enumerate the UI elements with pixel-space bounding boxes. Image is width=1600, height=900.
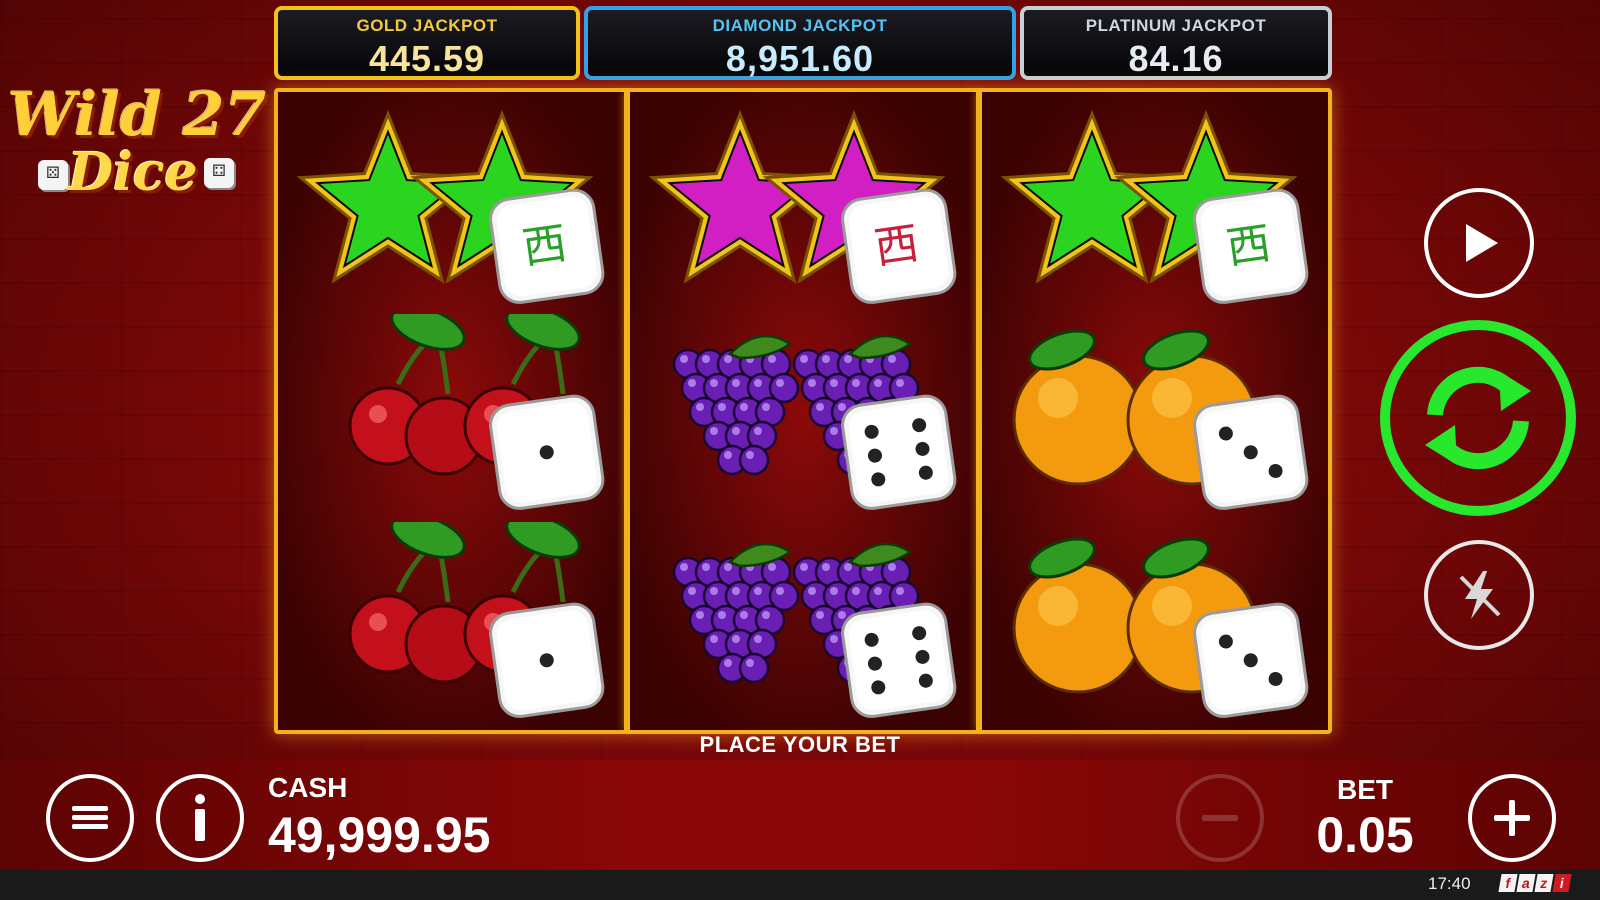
- gold-jackpot: GOLD JACKPOT 445.59: [274, 6, 580, 80]
- symbol-green-star: 西: [992, 106, 1318, 306]
- platinum-jackpot: PLATINUM JACKPOT 84.16: [1020, 6, 1332, 80]
- plus-icon: [1494, 800, 1530, 836]
- menu-button[interactable]: [46, 774, 134, 862]
- brand-letter: z: [1534, 874, 1554, 892]
- gold-jackpot-label: GOLD JACKPOT: [356, 16, 498, 35]
- decrease-bet-button[interactable]: [1176, 774, 1264, 862]
- logo-title: Wild 27: [8, 80, 267, 150]
- symbol-cherries: [288, 522, 614, 722]
- spin-button[interactable]: [1380, 320, 1576, 516]
- clock: 17:40: [1428, 874, 1471, 893]
- reel-1: 西: [278, 92, 624, 730]
- reel-3: 西: [982, 92, 1328, 730]
- brand-letter: f: [1498, 874, 1518, 892]
- hamburger-icon: [72, 806, 108, 829]
- platinum-jackpot-value: 84.16: [1128, 38, 1224, 79]
- svg-text:西: 西: [519, 218, 570, 275]
- symbol-cherries: [288, 314, 614, 514]
- gold-jackpot-value: 445.59: [368, 38, 486, 79]
- platinum-jackpot-label: PLATINUM JACKPOT: [1085, 16, 1267, 35]
- bet-label: BET: [1337, 774, 1393, 805]
- logo-subtitle: Dice: [68, 142, 198, 203]
- logo-die-icon: ⚃: [204, 158, 234, 188]
- svg-text:西: 西: [1223, 218, 1274, 275]
- diamond-jackpot-value: 8,951.60: [725, 38, 875, 79]
- symbol-oranges: [992, 314, 1318, 514]
- diamond-jackpot-label: DIAMOND JACKPOT: [712, 16, 888, 35]
- symbol-green-star: 西: [288, 106, 614, 306]
- status-message: PLACE YOUR BET: [699, 732, 901, 757]
- lightning-off-icon: [1459, 571, 1501, 619]
- info-button[interactable]: [156, 774, 244, 862]
- symbol-grapes: [640, 314, 966, 514]
- cash-value: 49,999.95: [268, 807, 491, 863]
- minus-icon: [1202, 815, 1238, 821]
- brand-letter: i: [1552, 874, 1572, 892]
- symbol-oranges: [992, 522, 1318, 722]
- logo-die-icon: ⚄: [38, 160, 68, 190]
- game-logo: Wild 27 ⚄ Dice ⚃: [8, 80, 270, 210]
- symbol-magenta-star: 西: [640, 106, 966, 306]
- turbo-button[interactable]: [1424, 540, 1534, 650]
- diamond-jackpot: DIAMOND JACKPOT 8,951.60: [584, 6, 1016, 80]
- reels-area: 西 西 西: [274, 88, 1332, 734]
- cash-label: CASH: [268, 772, 348, 803]
- reel-2: 西: [630, 92, 976, 730]
- increase-bet-button[interactable]: [1468, 774, 1556, 862]
- brand-letter: a: [1516, 874, 1536, 892]
- info-icon: [195, 794, 205, 841]
- provider-logo: f a z i: [1498, 874, 1572, 894]
- refresh-icon: [1425, 366, 1531, 470]
- bet-value: 0.05: [1316, 807, 1414, 863]
- symbol-grapes: [640, 522, 966, 722]
- footer-strip: [0, 870, 1600, 900]
- autoplay-button[interactable]: [1424, 188, 1534, 298]
- svg-text:西: 西: [871, 218, 922, 275]
- play-icon: [1466, 224, 1498, 262]
